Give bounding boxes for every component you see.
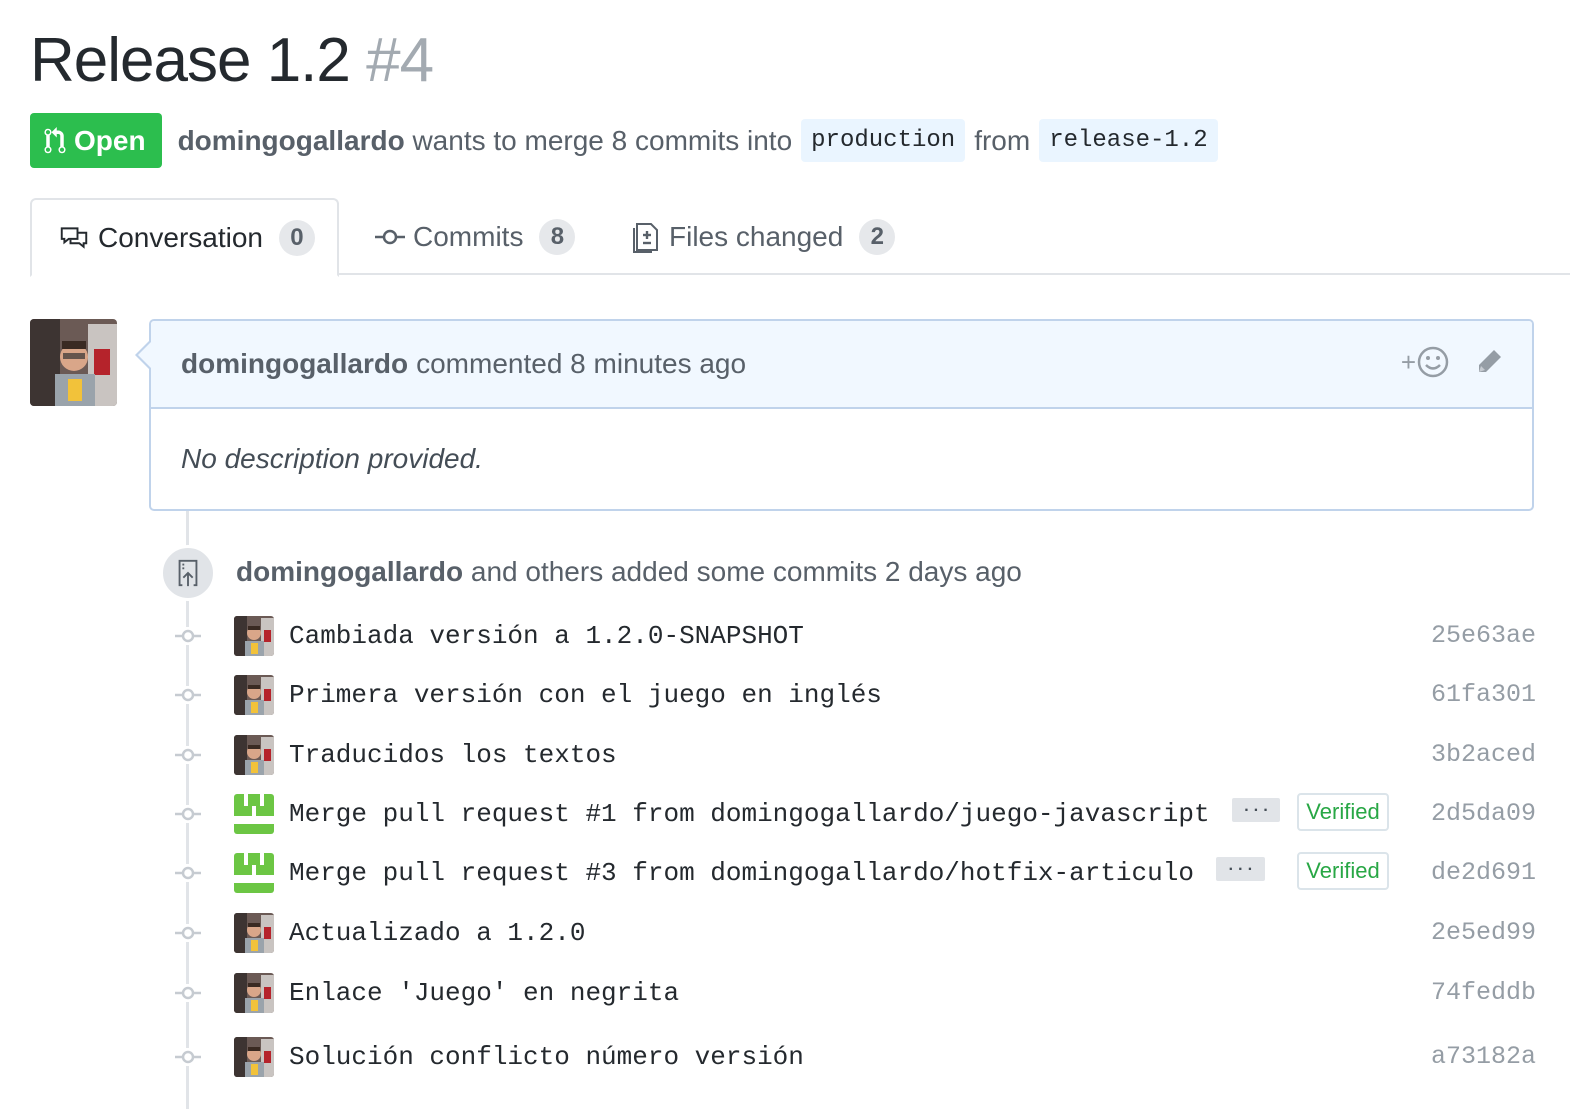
commit-sha-link[interactable]: 25e63ae: [1431, 621, 1536, 650]
repo-push-icon: [178, 559, 198, 587]
commit-sha-link[interactable]: 2e5ed99: [1431, 918, 1536, 947]
git-commit-icon: [175, 864, 201, 882]
commit-message-link[interactable]: Cambiada versión a 1.2.0-SNAPSHOT: [289, 621, 804, 651]
commit-sha-link[interactable]: a73182a: [1431, 1042, 1536, 1071]
commit-message-link[interactable]: Merge pull request #1 from domingogallar…: [289, 798, 1281, 829]
git-pull-request-icon: [44, 126, 66, 153]
git-commit-icon: [175, 1048, 201, 1066]
event-author-link[interactable]: domingogallardo: [236, 556, 463, 587]
avatar[interactable]: [234, 616, 274, 656]
commit-message: Merge pull request #3 from domingogallar…: [289, 858, 1194, 888]
commit-row: Traducidos los textos 3b2aced: [0, 734, 1584, 778]
comment-body: No description provided.: [181, 443, 483, 474]
commit-message-link[interactable]: Actualizado a 1.2.0: [289, 918, 585, 948]
merge-info: domingogallardo wants to merge 8 commits…: [178, 119, 1227, 162]
commit-row: Cambiada versión a 1.2.0-SNAPSHOT 25e63ae: [0, 615, 1584, 659]
git-commit-icon: [175, 805, 201, 823]
commit-message: Actualizado a 1.2.0: [289, 918, 586, 948]
repo-push-badge: [160, 545, 216, 601]
comment-discussion-icon: [60, 226, 88, 249]
add-reaction-button[interactable]: +: [1401, 345, 1450, 379]
diff-icon: [633, 222, 658, 253]
tab-label: Files changed: [669, 220, 844, 252]
edit-button[interactable]: [1474, 347, 1504, 377]
head-branch[interactable]: release-1.2: [1039, 119, 1218, 162]
commits-event: domingogallardo and others added some co…: [236, 556, 1022, 588]
event-description: and others added some commits 2 days ago: [470, 556, 1022, 587]
tab-counter: 8: [539, 218, 576, 255]
commit-row: Enlace 'Juego' en negrita 74feddb: [0, 972, 1584, 1016]
tab-conversation[interactable]: Conversation 0: [30, 198, 339, 277]
expand-commit-button[interactable]: ···: [1215, 857, 1265, 882]
comment-header: domingogallardo commented 8 minutes ago …: [151, 321, 1532, 409]
pr-tabs: Conversation 0 Commits 8 Files changed 2: [30, 198, 1570, 277]
commit-row: Primera versión con el juego en inglés 61…: [0, 674, 1584, 718]
verified-badge[interactable]: Verified: [1297, 852, 1389, 890]
status-label: Open: [74, 124, 146, 156]
commit-message: Primera versión con el juego en inglés: [289, 680, 882, 710]
commit-sha-link[interactable]: 74feddb: [1431, 978, 1536, 1007]
commit-message-link[interactable]: Merge pull request #3 from domingogallar…: [289, 857, 1265, 888]
git-commit-icon: [175, 746, 201, 764]
comment-actions: +: [1401, 345, 1504, 379]
smiley-icon: [1417, 346, 1449, 378]
commit-row: Merge pull request #3 from domingogallar…: [0, 852, 1584, 896]
verified-badge[interactable]: Verified: [1297, 793, 1389, 831]
reaction-plus: +: [1400, 346, 1416, 377]
tab-counter: 2: [859, 218, 896, 255]
commit-message-link[interactable]: Enlace 'Juego' en negrita: [289, 978, 679, 1008]
merge-text: wants to merge 8 commits into: [412, 124, 793, 156]
commit-message: Traducidos los textos: [289, 740, 617, 770]
avatar[interactable]: [234, 913, 274, 953]
avatar[interactable]: [234, 735, 274, 775]
commit-sha-link[interactable]: 3b2aced: [1431, 740, 1536, 769]
avatar[interactable]: [234, 973, 274, 1013]
commit-message-link[interactable]: Primera versión con el juego en inglés: [289, 680, 882, 710]
commit-message-link[interactable]: Solución conflicto número versión: [289, 1042, 804, 1072]
pencil-icon: [1479, 350, 1501, 372]
commit-message: Solución conflicto número versión: [289, 1042, 804, 1072]
comment-box: domingogallardo commented 8 minutes ago …: [149, 319, 1534, 511]
tab-commits[interactable]: Commits 8: [375, 198, 576, 275]
comment-arrow-inner: [138, 342, 151, 368]
expand-commit-button[interactable]: ···: [1231, 798, 1281, 823]
comment-author-link[interactable]: domingogallardo: [181, 348, 408, 380]
pr-title: Release 1.2: [30, 26, 351, 95]
commit-row: Actualizado a 1.2.0 2e5ed99: [0, 912, 1584, 956]
tab-label: Conversation: [98, 221, 263, 253]
pr-author-link[interactable]: domingogallardo: [178, 125, 405, 157]
commit-sha-link[interactable]: 61fa301: [1431, 680, 1536, 709]
status-badge: Open: [30, 113, 162, 168]
pr-meta: Open domingogallardo wants to merge 8 co…: [30, 113, 1227, 168]
commit-message: Merge pull request #1 from domingogallar…: [289, 799, 1210, 829]
git-commit-icon: [175, 627, 201, 645]
avatar[interactable]: [234, 1037, 274, 1077]
page-title: Release 1.2 #4: [30, 24, 434, 98]
avatar[interactable]: [234, 675, 274, 715]
tab-files-changed[interactable]: Files changed 2: [633, 198, 896, 275]
commit-sha-link[interactable]: de2d691: [1431, 858, 1536, 887]
merge-from-text: from: [974, 124, 1031, 156]
base-branch[interactable]: production: [801, 119, 966, 162]
git-commit-icon: [375, 229, 405, 244]
git-commit-icon: [175, 984, 201, 1002]
avatar[interactable]: [30, 319, 117, 406]
comment-timestamp: commented 8 minutes ago: [416, 348, 747, 379]
github-avatar[interactable]: [234, 853, 274, 893]
git-commit-icon: [175, 686, 201, 704]
git-commit-icon: [175, 924, 201, 942]
commit-message: Cambiada versión a 1.2.0-SNAPSHOT: [289, 621, 804, 651]
tab-label: Commits: [413, 220, 524, 252]
tab-counter: 0: [278, 219, 315, 256]
commit-row: Solución conflicto número versión a73182a: [0, 1036, 1584, 1080]
commit-message-link[interactable]: Traducidos los textos: [289, 740, 617, 770]
commit-message: Enlace 'Juego' en negrita: [289, 978, 680, 1008]
pr-number: #4: [366, 26, 434, 95]
github-avatar[interactable]: [234, 794, 274, 834]
commit-row: Merge pull request #1 from domingogallar…: [0, 793, 1584, 837]
commit-sha-link[interactable]: 2d5da09: [1431, 799, 1536, 828]
